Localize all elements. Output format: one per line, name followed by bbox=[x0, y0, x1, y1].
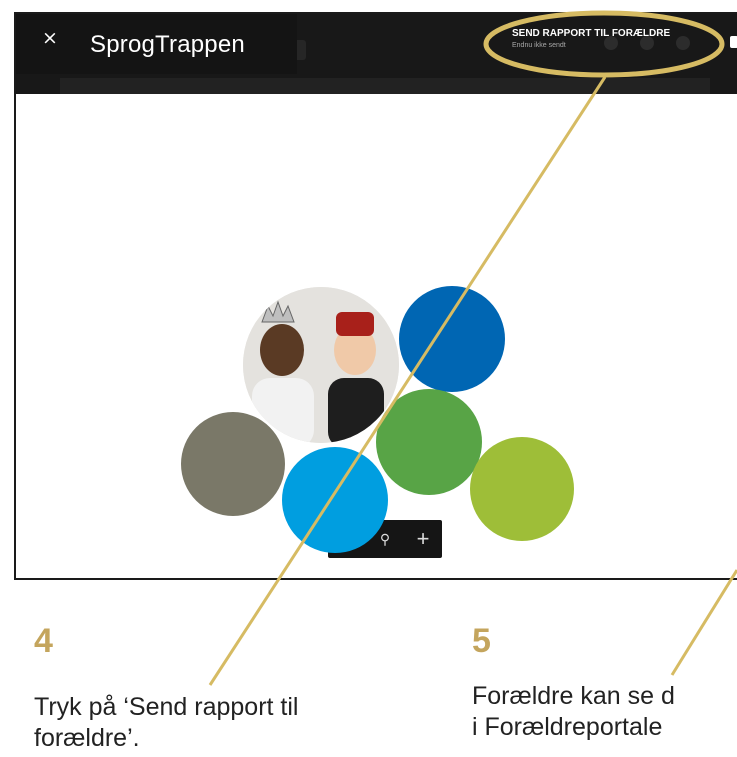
top-bar: × SprogTrappen SEND RAPPORT TIL FORÆLDRE… bbox=[16, 14, 737, 94]
close-icon[interactable]: × bbox=[42, 27, 58, 49]
pointer-line-step-5 bbox=[670, 569, 737, 676]
step-description-line: forældre’. bbox=[34, 724, 140, 752]
title-panel: × SprogTrappen bbox=[16, 14, 297, 74]
step-description-line: i Forældreportale bbox=[472, 713, 663, 741]
step-description: Forældre kan se d i Forældreportale bbox=[472, 681, 675, 743]
step-description-line: Forældre kan se d bbox=[472, 682, 675, 710]
step-description-line: Tryk på ‘Send rapport til bbox=[34, 693, 299, 721]
plus-icon[interactable]: + bbox=[408, 526, 438, 552]
send-report-status: Endnu ikke sendt bbox=[512, 42, 566, 49]
minus-icon[interactable]: − bbox=[332, 526, 362, 552]
send-report-button[interactable]: SEND RAPPORT TIL FORÆLDRE Endnu ikke sen… bbox=[512, 28, 670, 49]
user-icon[interactable] bbox=[730, 36, 737, 48]
app-screenshot: × SprogTrappen SEND RAPPORT TIL FORÆLDRE… bbox=[14, 12, 737, 580]
step-number: 5 bbox=[472, 622, 491, 660]
faded-subheader bbox=[60, 78, 710, 94]
zoom-controls: − ⚲ + bbox=[328, 520, 442, 558]
toolbar-icon[interactable] bbox=[676, 36, 690, 50]
step-number: 4 bbox=[34, 622, 53, 660]
magnifier-icon[interactable]: ⚲ bbox=[370, 531, 400, 548]
send-report-label: SEND RAPPORT TIL FORÆLDRE bbox=[512, 28, 671, 39]
step-description: Tryk på ‘Send rapport til forældre’. bbox=[34, 692, 298, 754]
app-title: SprogTrappen bbox=[90, 31, 245, 58]
